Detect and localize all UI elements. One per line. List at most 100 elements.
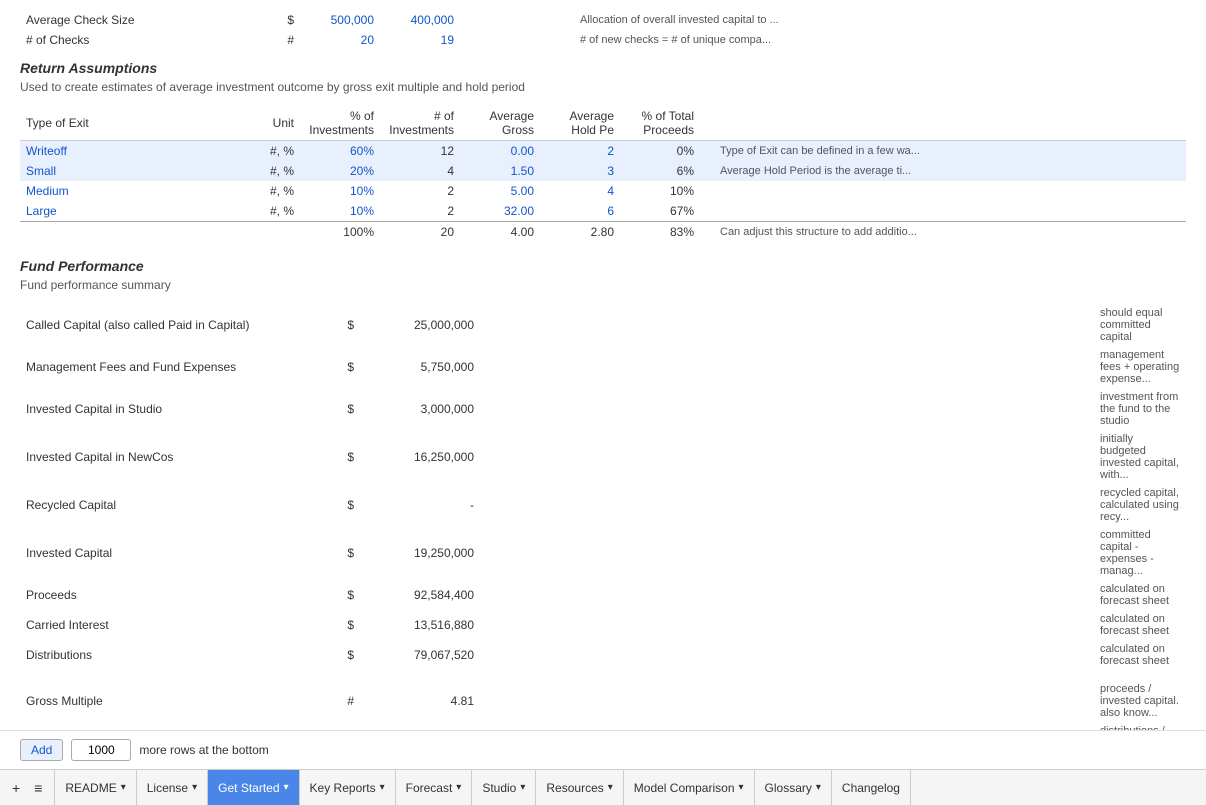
fund-note: calculated on forecast sheet [1080, 610, 1186, 640]
tab-arrow-icon: ▾ [816, 782, 821, 793]
avg-gross-cell: 0.00 [460, 141, 540, 162]
row-val1: 500,000 [300, 10, 380, 30]
tab-label: Get Started [218, 781, 279, 795]
tab-resources[interactable]: Resources ▾ [536, 770, 623, 805]
th-pct-proceeds: % of Total Proceeds [620, 106, 700, 141]
fund-note: calculated on forecast sheet [1080, 580, 1186, 610]
fund-value: 16,250,000 [360, 430, 480, 484]
fund-value: 19,250,000 [360, 526, 480, 580]
tab-label: Forecast [406, 781, 453, 795]
top-rows-section: Average Check Size $ 500,000 400,000 All… [20, 10, 1186, 50]
fund-table-row: Invested Capital $ 19,250,000 committed … [20, 526, 1186, 580]
tab-forecast[interactable]: Forecast▾ [396, 770, 473, 805]
return-table-row: Large #, % 10% 2 32.00 6 67% [20, 201, 1186, 222]
tab-get-started[interactable]: Get Started▾ [208, 770, 299, 805]
num-invest-cell: 2 [380, 181, 460, 201]
num-invest-cell: 2 [380, 201, 460, 222]
metric-value: 3.16 [360, 722, 480, 730]
add-row-bar: Add more rows at the bottom [0, 730, 1206, 769]
fund-unit: $ [320, 484, 360, 526]
pct-invest-cell: 10% [300, 201, 380, 222]
tab-glossary[interactable]: Glossary▾ [755, 770, 832, 805]
fund-value: 25,000,000 [360, 304, 480, 346]
metrics-table-row: Net Multiple # 3.16 distributions / paid… [20, 722, 1186, 730]
avg-hold-cell: 4 [540, 181, 620, 201]
tab-model-comparison[interactable]: Model Comparison▾ [624, 770, 755, 805]
fund-label: Proceeds [20, 580, 320, 610]
fund-label: Invested Capital [20, 526, 320, 580]
exit-type-label: Small [20, 161, 250, 181]
fund-value: 79,067,520 [360, 640, 480, 670]
pct-proceeds-cell: 6% [620, 161, 700, 181]
exit-type-label: Writeoff [20, 141, 250, 162]
row-unit: $ [250, 10, 300, 30]
fund-unit: $ [320, 640, 360, 670]
tab-arrow-icon: ▾ [739, 782, 744, 793]
tab-arrow-icon: ▾ [380, 782, 385, 793]
avg-gross-cell: 1.50 [460, 161, 540, 181]
th-avg-hold: Average Hold Pe [540, 106, 620, 141]
avg-hold-cell: 3 [540, 161, 620, 181]
tab-studio[interactable]: Studio▾ [472, 770, 536, 805]
tab-label: Resources [546, 781, 603, 795]
metrics-table-row: Gross Multiple # 4.81 proceeds / investe… [20, 680, 1186, 722]
fund-table-row: Invested Capital in NewCos $ 16,250,000 … [20, 430, 1186, 484]
add-button[interactable]: Add [20, 739, 63, 761]
tab-arrow-icon: ▾ [192, 782, 197, 793]
fund-value: 3,000,000 [360, 388, 480, 430]
return-table-row: Medium #, % 10% 2 5.00 4 10% [20, 181, 1186, 201]
fund-note: committed capital - expenses - manag... [1080, 526, 1186, 580]
fund-table-row: Proceeds $ 92,584,400 calculated on fore… [20, 580, 1186, 610]
metric-label: Gross Multiple [20, 680, 320, 722]
tab-readme[interactable]: README▾ [55, 770, 136, 805]
tab-changelog[interactable]: Changelog [832, 770, 911, 805]
th-note [700, 106, 1186, 141]
fund-note: management fees + operating expense... [1080, 346, 1186, 388]
row-label: # of Checks [20, 30, 250, 50]
metric-unit: # [320, 680, 360, 722]
metric-label: Net Multiple [20, 722, 320, 730]
return-note-cell: Average Hold Period is the average ti... [700, 161, 1186, 181]
fund-unit: $ [320, 304, 360, 346]
tab-arrow-icon: ▾ [456, 782, 461, 793]
add-sheet-button[interactable]: + [8, 778, 24, 798]
fund-value: 5,750,000 [360, 346, 480, 388]
row-note: # of new checks = # of unique compa... [560, 30, 1186, 50]
fund-note: recycled capital, calculated using recy.… [1080, 484, 1186, 526]
sheets-menu-button[interactable]: ≡ [30, 778, 46, 798]
row-val2: 19 [380, 30, 460, 50]
row-val1: 20 [300, 30, 380, 50]
return-assumptions-subtitle: Used to create estimates of average inve… [20, 80, 1186, 94]
tab-arrow-icon: ▾ [608, 782, 613, 793]
fund-note: investment from the fund to the studio [1080, 388, 1186, 430]
unit-cell: #, % [250, 181, 300, 201]
fund-label: Recycled Capital [20, 484, 320, 526]
metric-note: proceeds / invested capital. also know..… [1080, 680, 1186, 722]
fund-performance-title: Fund Performance [20, 258, 1186, 274]
metric-value: 4.81 [360, 680, 480, 722]
row-unit: # [250, 30, 300, 50]
row-label: Average Check Size [20, 10, 250, 30]
fund-value: 13,516,880 [360, 610, 480, 640]
tab-key-reports[interactable]: Key Reports▾ [300, 770, 396, 805]
num-invest-cell: 4 [380, 161, 460, 181]
row-note: Allocation of overall invested capital t… [560, 10, 1186, 30]
tab-label: Studio [482, 781, 516, 795]
return-note-cell [700, 201, 1186, 222]
rows-count-input[interactable] [71, 739, 131, 761]
tab-license[interactable]: License▾ [137, 770, 208, 805]
fund-performance-section: Fund Performance Fund performance summar… [20, 258, 1186, 730]
th-pct-invest: % of Investments [300, 106, 380, 141]
fund-table-row: Called Capital (also called Paid in Capi… [20, 304, 1186, 346]
fund-label: Carried Interest [20, 610, 320, 640]
fund-label: Invested Capital in NewCos [20, 430, 320, 484]
fund-table-row: Recycled Capital $ - recycled capital, c… [20, 484, 1186, 526]
table-row: # of Checks # 20 19 # of new checks = # … [20, 30, 1186, 50]
totals-label [20, 222, 250, 243]
fund-table-row: Management Fees and Fund Expenses $ 5,75… [20, 346, 1186, 388]
avg-hold-cell: 6 [540, 201, 620, 222]
fund-value: - [360, 484, 480, 526]
fund-unit: $ [320, 526, 360, 580]
pct-proceeds-cell: 10% [620, 181, 700, 201]
totals-note: Can adjust this structure to add additio… [700, 222, 1186, 243]
